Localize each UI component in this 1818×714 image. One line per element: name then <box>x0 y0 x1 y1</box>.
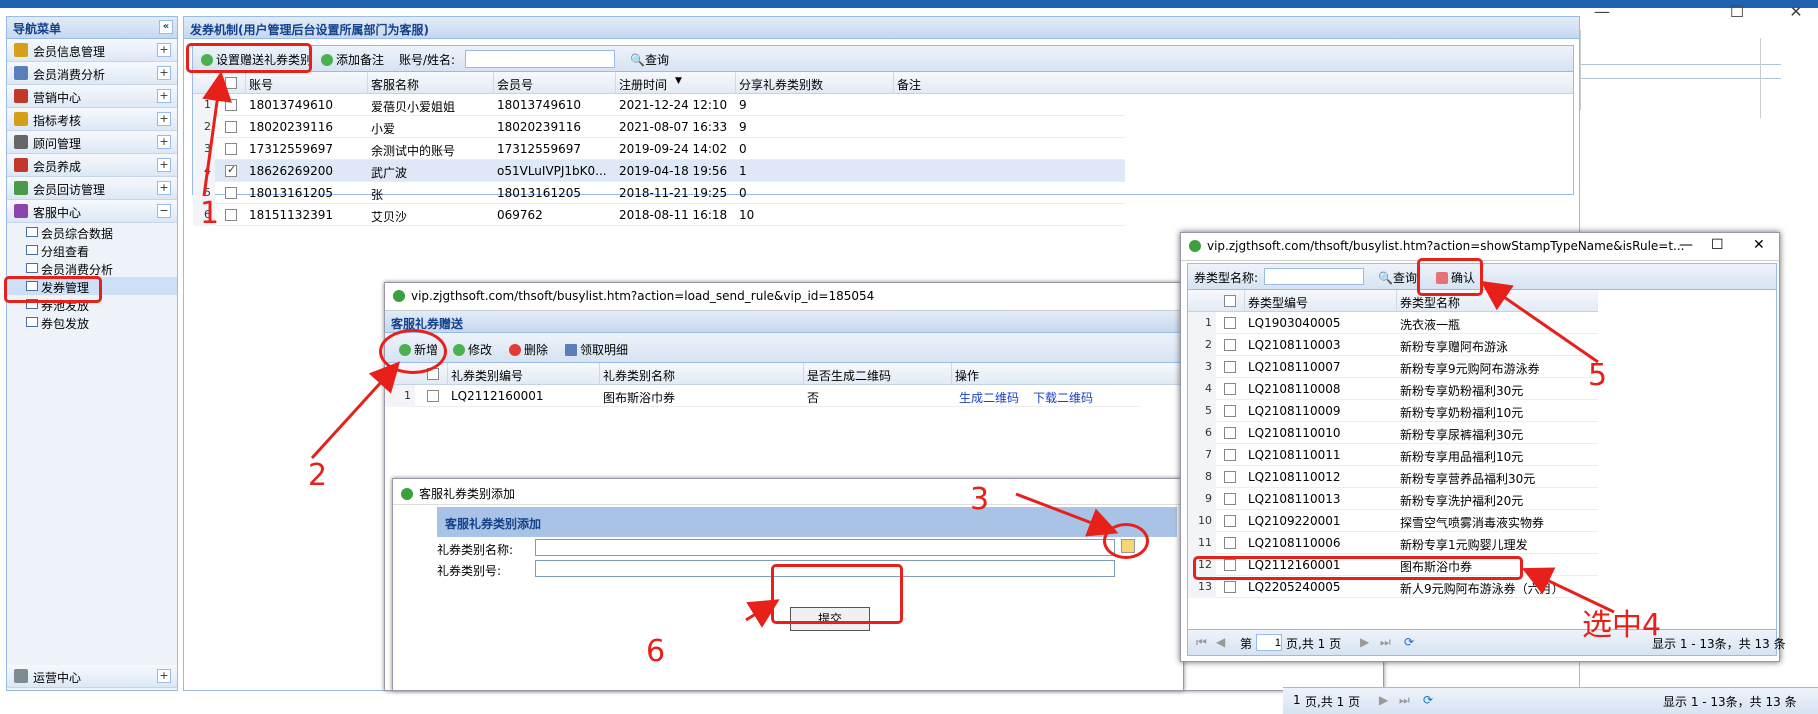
annotation-arrows <box>202 71 1615 628</box>
bg-page-display: 显示 1 - 13条，共 13 条 <box>1663 695 1797 709</box>
last-page-icon[interactable]: ⏭ <box>1399 693 1410 708</box>
refresh-icon[interactable]: ⟳ <box>1423 693 1433 707</box>
bg-page: 1 <box>1293 693 1301 707</box>
next-page-icon[interactable]: ▶ <box>1379 693 1388 707</box>
bg-page-total: 页,共 1 页 <box>1305 695 1361 709</box>
bg-pager: 1 页,共 1 页 ▶ ⏭ ⟳ 显示 1 - 13条，共 13 条 <box>1283 687 1818 714</box>
